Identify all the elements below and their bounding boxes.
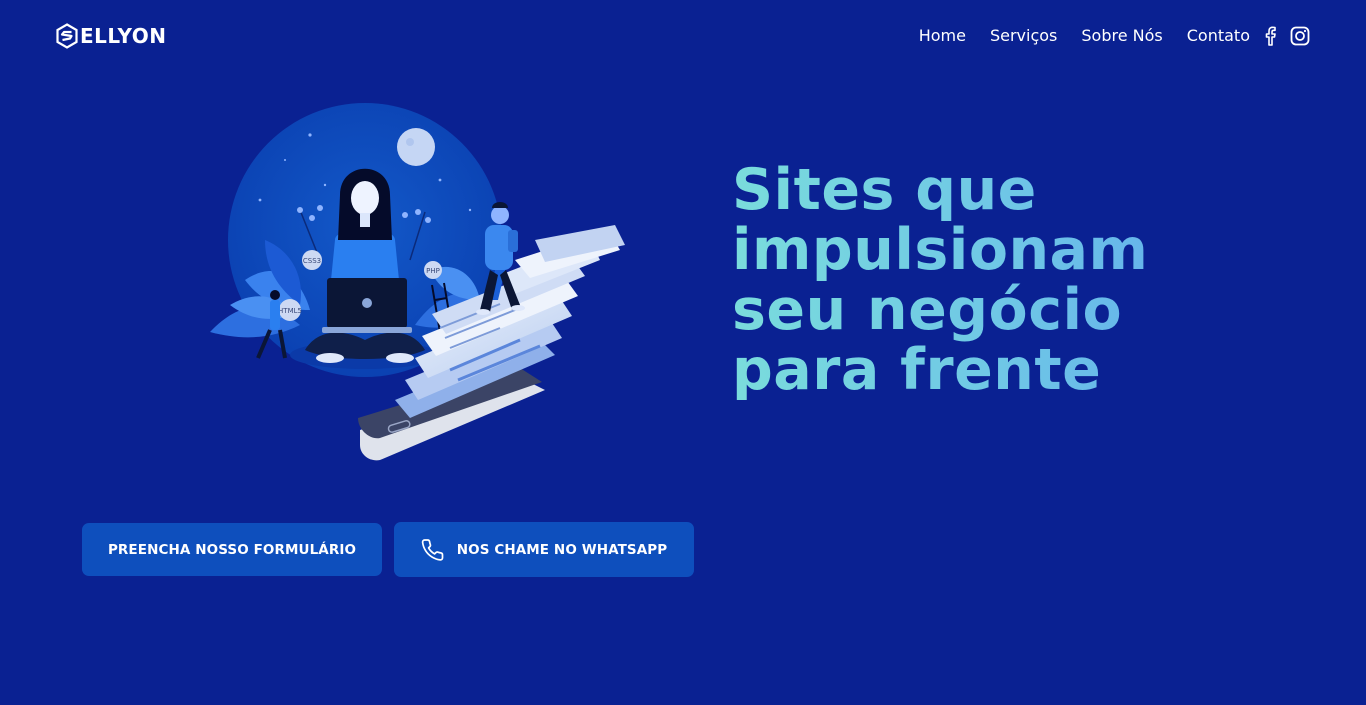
html5-tag: HTML5: [278, 307, 302, 315]
brand-name: ELLYON: [80, 24, 167, 48]
headline-line-4: para frente: [732, 337, 1102, 403]
whatsapp-button-label: NOS CHAME NO WHATSAPP: [456, 541, 668, 558]
form-button[interactable]: PREENCHA NOSSO FORMULÁRIO: [82, 523, 382, 576]
instagram-icon[interactable]: [1290, 26, 1310, 46]
landing-page: ELLYON Home Serviços Sobre Nós Contato C…: [0, 0, 1366, 705]
nav-item-home[interactable]: Home: [919, 23, 966, 49]
main-nav: Home Serviços Sobre Nós Contato: [919, 23, 1310, 49]
social-links: [1264, 26, 1310, 46]
headline-line-2: impulsionam: [732, 217, 1149, 283]
nav-item-contato[interactable]: Contato: [1187, 23, 1250, 49]
css3-tag: CSS3: [303, 257, 321, 265]
nav-item-servicos[interactable]: Serviços: [990, 23, 1057, 49]
facebook-icon[interactable]: [1264, 26, 1276, 46]
brand-logo[interactable]: ELLYON: [56, 23, 167, 49]
nav-item-sobre-nos[interactable]: Sobre Nós: [1081, 23, 1162, 49]
hero-headline: Sites que impulsionam seu negócio para f…: [732, 160, 1332, 400]
hero-illustration: CSS3 HTML5 PHP JS: [210, 103, 625, 461]
php-tag: PHP: [426, 267, 440, 275]
form-button-label: PREENCHA NOSSO FORMULÁRIO: [107, 541, 357, 558]
phone-icon: [421, 538, 444, 561]
whatsapp-button[interactable]: NOS CHAME NO WHATSAPP: [394, 522, 694, 577]
headline-line-3: seu negócio: [732, 277, 1123, 343]
hexagon-s-icon: [56, 23, 78, 49]
headline-line-1: Sites que: [732, 157, 1037, 223]
